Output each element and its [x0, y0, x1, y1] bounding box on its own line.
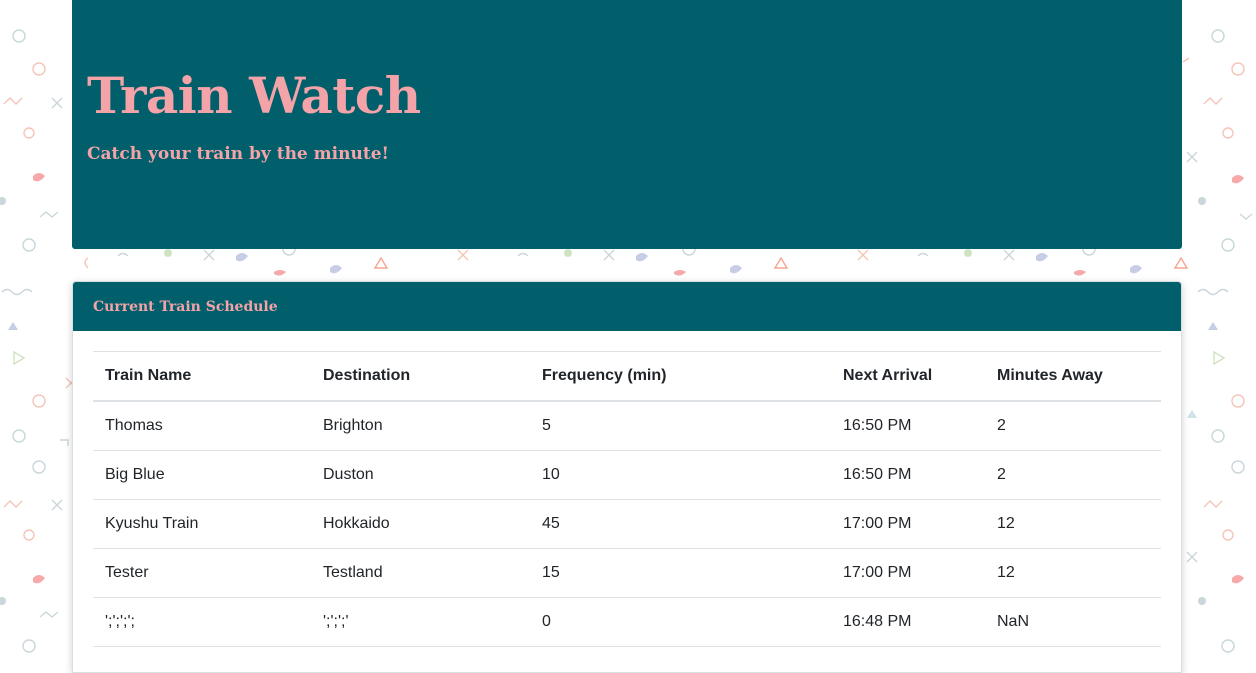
- column-header-frequency: Frequency (min): [530, 351, 831, 402]
- cell-next-arrival: 16:50 PM: [831, 450, 985, 500]
- cell-train-name: ';';';';: [93, 597, 311, 647]
- cell-minutes-away: NaN: [985, 597, 1161, 647]
- cell-train-name: Big Blue: [93, 450, 311, 500]
- cell-minutes-away: 2: [985, 450, 1161, 500]
- cell-train-name: Thomas: [93, 401, 311, 451]
- table-row: Kyushu Train Hokkaido 45 17:00 PM 12: [93, 499, 1161, 549]
- cell-minutes-away: 2: [985, 401, 1161, 451]
- page-title: Train Watch: [87, 66, 421, 125]
- cell-frequency: 10: [530, 450, 831, 500]
- hero-banner: Train Watch Catch your train by the minu…: [72, 0, 1182, 249]
- cell-next-arrival: 16:50 PM: [831, 401, 985, 451]
- column-header-next-arrival: Next Arrival: [831, 351, 985, 402]
- cell-frequency: 15: [530, 548, 831, 598]
- schedule-card-body: Train Name Destination Frequency (min) N…: [73, 331, 1181, 647]
- schedule-table: Train Name Destination Frequency (min) N…: [93, 351, 1161, 647]
- schedule-card: Current Train Schedule Train Name Destin…: [72, 281, 1182, 673]
- cell-destination: Testland: [311, 548, 530, 598]
- cell-destination: ';';';': [311, 597, 530, 647]
- table-row: Thomas Brighton 5 16:50 PM 2: [93, 401, 1161, 451]
- cell-destination: Brighton: [311, 401, 530, 451]
- schedule-title: Current Train Schedule: [93, 298, 278, 315]
- column-header-destination: Destination: [311, 351, 530, 402]
- schedule-card-header: Current Train Schedule: [73, 282, 1181, 331]
- cell-frequency: 5: [530, 401, 831, 451]
- cell-frequency: 45: [530, 499, 831, 549]
- table-row: Tester Testland 15 17:00 PM 12: [93, 548, 1161, 598]
- cell-train-name: Tester: [93, 548, 311, 598]
- cell-minutes-away: 12: [985, 548, 1161, 598]
- cell-frequency: 0: [530, 597, 831, 647]
- cell-next-arrival: 17:00 PM: [831, 548, 985, 598]
- cell-destination: Hokkaido: [311, 499, 530, 549]
- column-header-minutes-away: Minutes Away: [985, 351, 1161, 402]
- cell-next-arrival: 17:00 PM: [831, 499, 985, 549]
- page-subtitle: Catch your train by the minute!: [87, 144, 389, 164]
- table-row: ';';';'; ';';';' 0 16:48 PM NaN: [93, 597, 1161, 647]
- column-header-train-name: Train Name: [93, 351, 311, 402]
- cell-destination: Duston: [311, 450, 530, 500]
- table-header-row: Train Name Destination Frequency (min) N…: [93, 351, 1161, 402]
- cell-minutes-away: 12: [985, 499, 1161, 549]
- cell-next-arrival: 16:48 PM: [831, 597, 985, 647]
- table-row: Big Blue Duston 10 16:50 PM 2: [93, 450, 1161, 500]
- cell-train-name: Kyushu Train: [93, 499, 311, 549]
